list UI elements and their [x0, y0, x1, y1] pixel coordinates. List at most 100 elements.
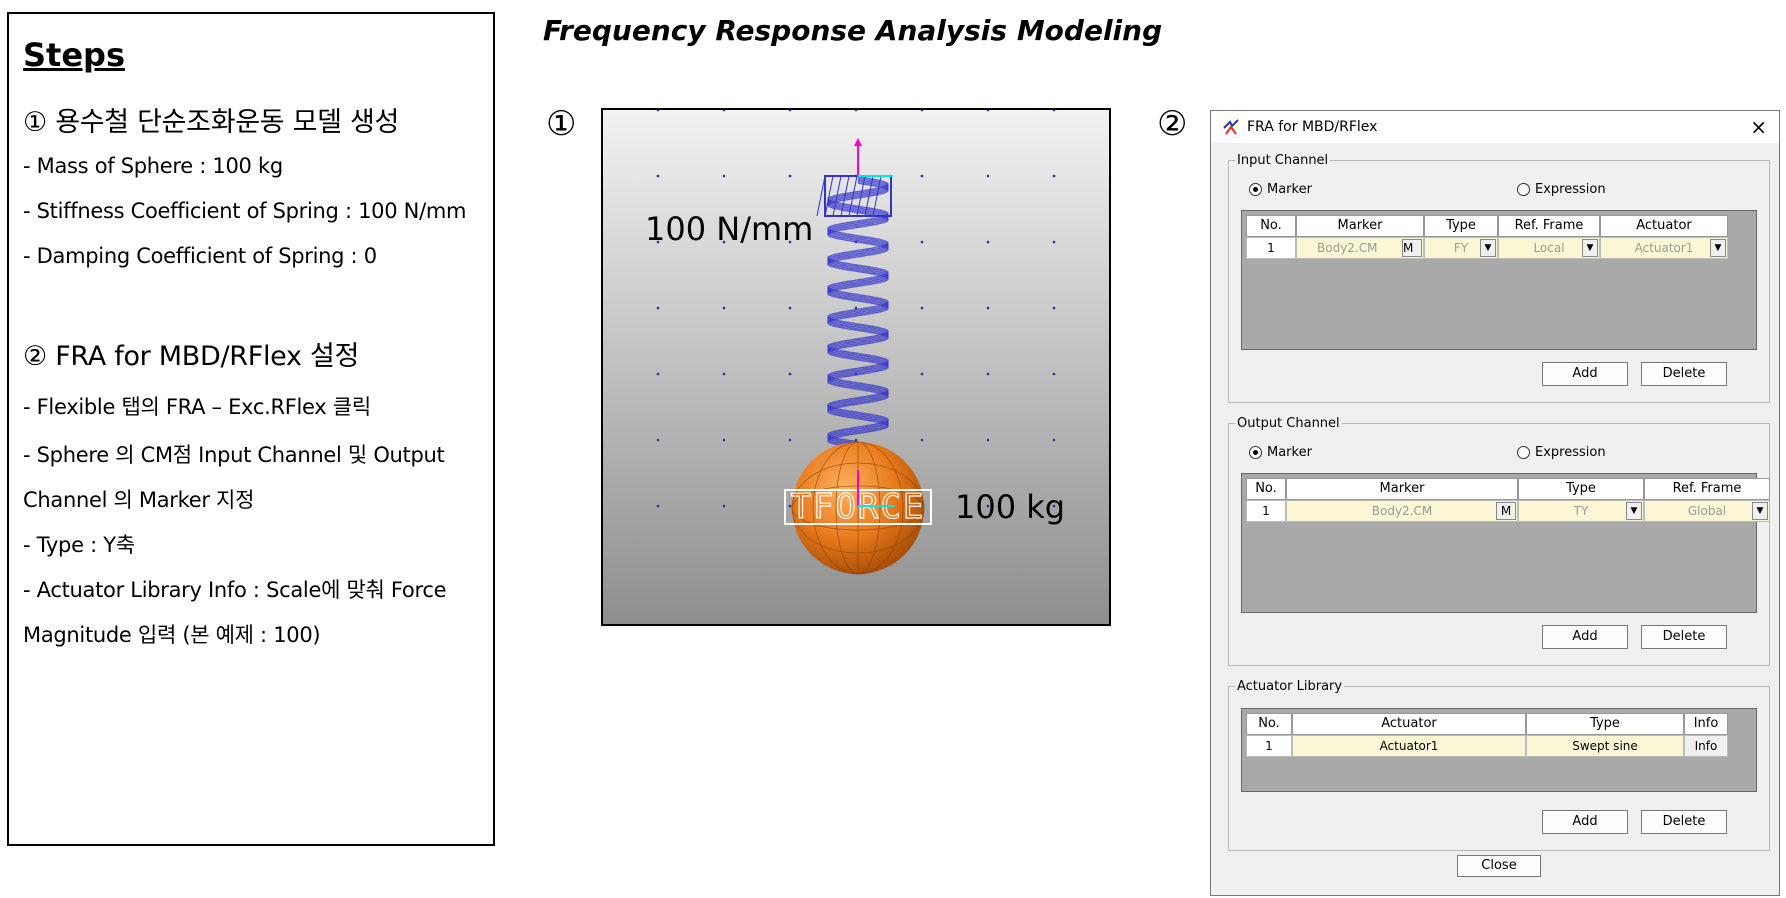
grid-dot	[722, 504, 726, 508]
viewport-graphics: TFORCE	[656, 110, 1056, 575]
table-row[interactable]: 1 Body2.CM M TY ▼ Global ▼	[1246, 500, 1770, 522]
mass-label: 100 kg	[955, 488, 1066, 526]
step2-heading: ② FRA for MBD/RFlex 설정	[23, 341, 360, 372]
type-value: TY	[1573, 504, 1589, 518]
top-axis-arrow	[854, 138, 862, 146]
input-marker-radio-label: Marker	[1267, 182, 1312, 197]
marker-pick-button[interactable]: M	[1496, 502, 1516, 520]
grid-dot	[986, 240, 990, 244]
col-ref-frame: Ref. Frame	[1644, 478, 1770, 500]
marker-one: ①	[546, 104, 577, 144]
library-table-header: No. Actuator Type Info	[1246, 713, 1728, 735]
sphere-text-line2: Channel 의 Marker 지정	[23, 488, 255, 512]
grid-dot	[788, 110, 792, 112]
grid-dot	[656, 438, 660, 442]
library-delete-button[interactable]: Delete	[1641, 810, 1727, 834]
col-type: Type	[1424, 215, 1498, 237]
app-logo-icon	[1223, 119, 1239, 135]
col-type: Type	[1518, 478, 1644, 500]
type-text: - Type : Y축	[23, 533, 135, 557]
grid-dot	[788, 306, 792, 310]
chevron-down-icon[interactable]: ▼	[1710, 239, 1726, 257]
close-icon[interactable]: ×	[1750, 115, 1767, 139]
ref-frame-value: Local	[1533, 241, 1565, 255]
output-marker-radio-label: Marker	[1267, 445, 1312, 460]
radio-selected-icon	[1249, 446, 1262, 459]
actuator-library-table[interactable]: No. Actuator Type Info 1 Actuator1 Swept…	[1241, 708, 1757, 792]
output-table-header: No. Marker Type Ref. Frame	[1246, 478, 1770, 500]
close-button[interactable]: Close	[1457, 855, 1541, 877]
sphere-text-line1: - Sphere 의 CM점 Input Channel 및 Output	[23, 443, 445, 467]
spring-coil	[827, 176, 889, 449]
actuator-library-group: Actuator Library No. Actuator Type Info …	[1228, 679, 1770, 851]
actuator-select[interactable]: Actuator1 ▼	[1600, 237, 1728, 259]
info-button[interactable]: Info	[1684, 735, 1728, 757]
marker-two: ②	[1157, 104, 1188, 144]
output-expression-radio-label: Expression	[1535, 445, 1606, 460]
grid-dot	[920, 110, 924, 112]
grid-dot	[920, 372, 924, 376]
ref-frame-select[interactable]: Global ▼	[1644, 500, 1770, 522]
output-channel-legend: Output Channel	[1237, 416, 1340, 431]
table-row[interactable]: 1 Body2.CM M FY ▼ Local ▼ Actuator1 ▼	[1246, 237, 1728, 259]
chevron-down-icon[interactable]: ▼	[1582, 239, 1598, 257]
input-expression-radio[interactable]: Expression	[1517, 182, 1606, 197]
chevron-down-icon[interactable]: ▼	[1752, 502, 1768, 520]
dialog-title: FRA for MBD/RFlex	[1247, 119, 1378, 135]
grid-dot	[986, 372, 990, 376]
grid-dot	[656, 306, 660, 310]
input-add-button[interactable]: Add	[1542, 362, 1628, 386]
grid-dot	[788, 438, 792, 442]
stiffness-text: - Stiffness Coefficient of Spring : 100 …	[23, 199, 467, 223]
col-info: Info	[1684, 713, 1728, 735]
output-channel-table[interactable]: No. Marker Type Ref. Frame 1 Body2.CM M T…	[1241, 473, 1770, 613]
grid-dot	[656, 174, 660, 178]
page-title: Frequency Response Analysis Modeling	[543, 14, 1163, 47]
grid-dot	[722, 306, 726, 310]
type-select[interactable]: TY ▼	[1518, 500, 1644, 522]
step1-heading: ① 용수철 단순조화운동 모델 생성	[23, 107, 400, 138]
col-no: No.	[1246, 713, 1292, 735]
chevron-down-icon[interactable]: ▼	[1480, 239, 1496, 257]
spring-stiffness-label: 100 N/mm	[645, 210, 814, 248]
grid-dot	[788, 174, 792, 178]
model-viewport[interactable]: TFORCE 100 N/mm 100 kg	[601, 108, 1111, 626]
input-channel-group: Input Channel Marker Expression No. Mark…	[1228, 153, 1770, 403]
ref-frame-value: Global	[1687, 504, 1727, 518]
col-type: Type	[1526, 713, 1684, 735]
actuator-type-cell[interactable]: Swept sine	[1526, 735, 1684, 757]
output-add-button[interactable]: Add	[1542, 625, 1628, 649]
output-marker-radio[interactable]: Marker	[1249, 445, 1312, 460]
output-expression-radio[interactable]: Expression	[1517, 445, 1606, 460]
marker-cell[interactable]: Body2.CM M	[1286, 500, 1518, 522]
grid-dot	[1052, 306, 1056, 310]
grid-dot	[920, 240, 924, 244]
grid-dot	[920, 438, 924, 442]
library-add-button[interactable]: Add	[1542, 810, 1628, 834]
input-channel-table[interactable]: No. Marker Type Ref. Frame Actuator 1 Bo…	[1241, 210, 1757, 350]
grid-dot	[986, 174, 990, 178]
ref-frame-select[interactable]: Local ▼	[1498, 237, 1600, 259]
fra-dialog: FRA for MBD/RFlex × Input Channel Marker…	[1210, 110, 1780, 896]
output-delete-button[interactable]: Delete	[1641, 625, 1727, 649]
grid-dot	[1052, 372, 1056, 376]
marker-cell[interactable]: Body2.CM M	[1296, 237, 1424, 259]
col-no: No.	[1246, 215, 1296, 237]
grid-dot	[920, 306, 924, 310]
col-ref-frame: Ref. Frame	[1498, 215, 1600, 237]
input-marker-radio[interactable]: Marker	[1249, 182, 1312, 197]
col-actuator: Actuator	[1600, 215, 1728, 237]
marker-pick-button[interactable]: M	[1402, 239, 1422, 257]
grid-dot	[1052, 110, 1056, 112]
damping-text: - Damping Coefficient of Spring : 0	[23, 244, 377, 268]
type-select[interactable]: FY ▼	[1424, 237, 1498, 259]
grid-dot	[986, 306, 990, 310]
table-row[interactable]: 1 Actuator1 Swept sine Info	[1246, 735, 1728, 757]
dialog-titlebar[interactable]: FRA for MBD/RFlex ×	[1211, 111, 1779, 143]
actuator-name-cell[interactable]: Actuator1	[1292, 735, 1526, 757]
grid-dot	[854, 110, 858, 112]
chevron-down-icon[interactable]: ▼	[1626, 502, 1642, 520]
grid-dot	[656, 372, 660, 376]
grid-dot	[656, 504, 660, 508]
input-delete-button[interactable]: Delete	[1641, 362, 1727, 386]
